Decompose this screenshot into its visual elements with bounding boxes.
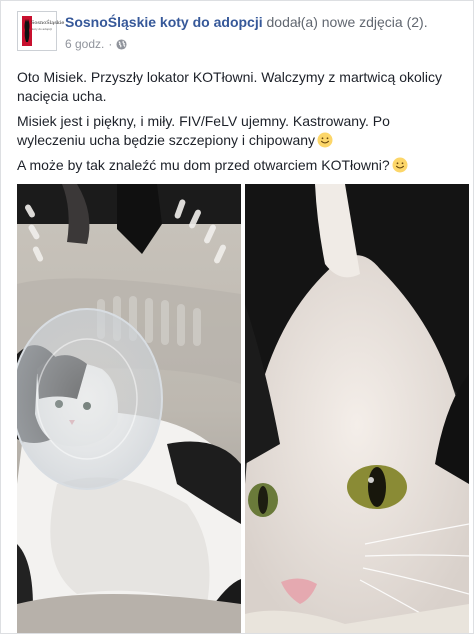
- avatar-logo-subtext: koty do adopcji: [32, 27, 53, 31]
- cat-in-carrier-image: [17, 184, 241, 633]
- post-meta: 6 godz. ·: [65, 37, 127, 51]
- post-action-text: dodał(a) nowe zdjęcia (2).: [266, 14, 428, 30]
- page-name-link[interactable]: SosnoŚląskie koty do adopcji: [65, 14, 263, 30]
- post-header: SosnoŚląskie koty do adopcji SosnoŚląski…: [17, 11, 461, 59]
- globe-icon[interactable]: [116, 38, 127, 50]
- post-title-line: SosnoŚląskie koty do adopcji dodał(a) no…: [65, 14, 428, 30]
- cat-closeup-image: [245, 184, 469, 633]
- smiling-face-icon: [317, 132, 333, 148]
- cat-in-carrier-with-cone-photo[interactable]: [17, 184, 241, 633]
- post-timestamp[interactable]: 6 godz.: [65, 37, 104, 51]
- post-paragraph-text: Misiek jest i piękny, i miły. FIV/FeLV u…: [17, 113, 390, 148]
- page-avatar[interactable]: SosnoŚląskie koty do adopcji: [17, 11, 64, 51]
- post-paragraph: Misiek jest i piękny, i miły. FIV/FeLV u…: [17, 112, 457, 150]
- photo-grid: [17, 184, 469, 633]
- post-card: SosnoŚląskie koty do adopcji SosnoŚląski…: [0, 0, 474, 634]
- post-paragraph-text: Oto Misiek. Przyszły lokator KOTłowni. W…: [17, 69, 442, 104]
- post-paragraph: Oto Misiek. Przyszły lokator KOTłowni. W…: [17, 68, 457, 106]
- post-body: Oto Misiek. Przyszły lokator KOTłowni. W…: [17, 68, 457, 181]
- cat-closeup-face-photo[interactable]: [245, 184, 469, 633]
- post-paragraph-text: A może by tak znaleźć mu dom przed otwar…: [17, 157, 390, 173]
- smiling-face-icon: [392, 157, 408, 173]
- avatar-logo-text: SosnoŚląskie: [31, 20, 65, 26]
- post-paragraph: A może by tak znaleźć mu dom przed otwar…: [17, 156, 457, 175]
- meta-separator: ·: [108, 37, 113, 51]
